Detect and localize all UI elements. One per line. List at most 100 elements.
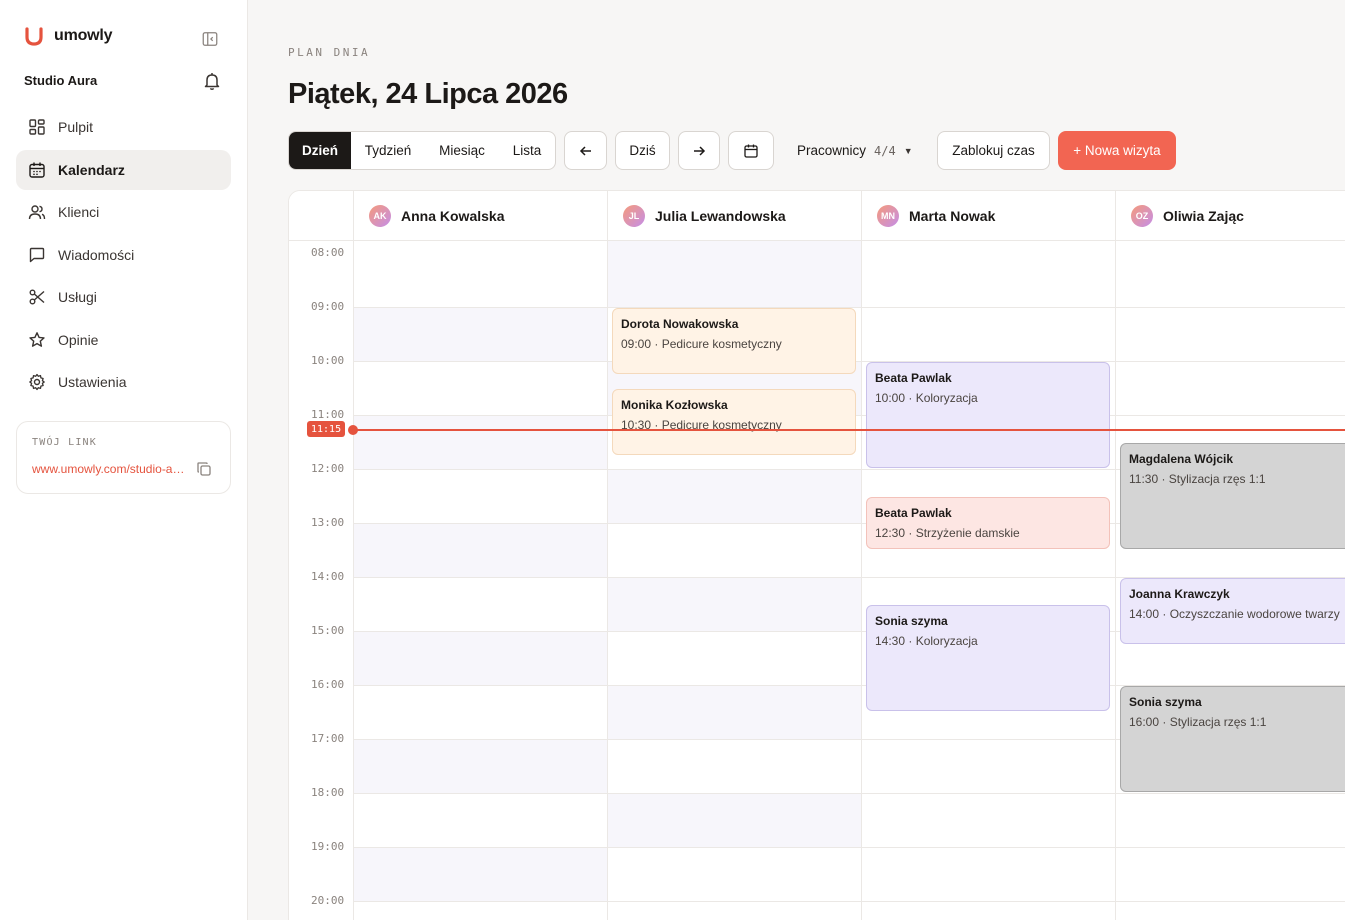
booking-link-url[interactable]: www.umowly.com/studio-aura	[32, 462, 188, 476]
avatar: AK	[369, 204, 391, 227]
caret-down-icon: ▼	[903, 145, 913, 156]
appointment-details: 12:30 · Strzyżenie damskie	[875, 526, 1020, 540]
hour-label: 19:00	[311, 840, 345, 853]
appointment-card[interactable]: Dorota Nowakowska 09:00 · Pedicure kosmet…	[612, 308, 856, 374]
appointment-details: 10:00 · Koloryzacja	[875, 391, 978, 405]
sidebar-item-label: Pulpit	[58, 119, 94, 135]
page-eyebrow: PLAN DNIA	[288, 46, 371, 59]
studio-name: Studio Aura	[24, 73, 98, 88]
hour-label: 13:00	[311, 516, 345, 529]
brand[interactable]: umowly	[24, 26, 113, 46]
column-divider	[861, 241, 862, 920]
calendar-shade	[353, 523, 607, 577]
appointment-card[interactable]: Beata Pawlak 12:30 · Strzyżenie damskie	[866, 497, 1110, 549]
sidebar-item-klienci[interactable]: Klienci	[16, 192, 231, 232]
staff-column-header[interactable]: JL Julia Lewandowska	[607, 191, 861, 240]
sidebar-item-wiadomosci[interactable]: Wiadomości	[16, 235, 231, 275]
calendar-toolbar: Dzień Tydzień Miesiąc Lista Dziś Pracown…	[288, 131, 1345, 170]
sidebar: umowly Studio Aura Pulpit Kalendarz Klie…	[0, 0, 248, 920]
page-title: Piątek, 24 Lipca 2026	[288, 78, 568, 110]
staff-column-header[interactable]: OZ Oliwia Zając	[1115, 191, 1345, 240]
staff-column-header[interactable]: AK Anna Kowalska	[353, 191, 607, 240]
copy-icon[interactable]	[196, 461, 212, 477]
hour-label: 18:00	[311, 786, 345, 799]
hour-label: 12:00	[311, 462, 345, 475]
appointment-card[interactable]: Beata Pawlak 10:00 · Koloryzacja	[866, 362, 1110, 468]
appointment-client: Sonia szyma	[1129, 695, 1202, 709]
appointment-card[interactable]: Joanna Krawczyk 14:00 · Oczyszczanie wodo…	[1120, 578, 1345, 644]
sidebar-nav: Pulpit Kalendarz Klienci Wiadomości Usłu…	[16, 107, 231, 405]
calendar-header: AK Anna Kowalska JL Julia Lewandowska MN Mart…	[289, 191, 1345, 241]
sidebar-item-uslugi[interactable]: Usługi	[16, 277, 231, 317]
view-list-button[interactable]: Lista	[499, 132, 555, 169]
sidebar-item-opinie[interactable]: Opinie	[16, 320, 231, 360]
appointment-client: Magdalena Wójcik	[1129, 452, 1234, 466]
calendar-shade	[607, 793, 861, 847]
sidebar-item-label: Ustawienia	[58, 374, 127, 390]
view-week-button[interactable]: Tydzień	[351, 132, 425, 169]
calendar-icon	[744, 144, 758, 158]
block-time-button[interactable]: Zablokuj czas	[937, 131, 1050, 170]
calendar-shade	[353, 307, 607, 361]
grid-icon	[28, 118, 46, 136]
appointment-client: Beata Pawlak	[875, 506, 952, 520]
hour-label: 17:00	[311, 732, 345, 745]
appointment-client: Dorota Nowakowska	[621, 317, 739, 331]
avatar: JL	[623, 204, 645, 227]
calendar-shade	[607, 685, 861, 739]
current-time-line	[353, 429, 1345, 431]
avatar: OZ	[1131, 204, 1153, 227]
star-icon	[28, 331, 46, 349]
sidebar-collapse-icon[interactable]	[200, 29, 220, 49]
staff-name: Julia Lewandowska	[655, 207, 786, 224]
bell-icon[interactable]	[202, 71, 222, 91]
calendar-shade	[353, 847, 607, 901]
staff-name: Marta Nowak	[909, 207, 996, 224]
appointment-details: 14:30 · Koloryzacja	[875, 634, 978, 648]
appointment-card[interactable]: Sonia szyma 14:30 · Koloryzacja	[866, 605, 1110, 711]
sidebar-item-label: Kalendarz	[58, 161, 125, 178]
appointment-details: 11:30 · Stylizacja rzęs 1:1	[1129, 472, 1266, 486]
calendar-shade	[353, 415, 607, 469]
next-day-button[interactable]	[678, 131, 720, 170]
staff-filter-label: Pracownicy	[797, 143, 867, 158]
appointment-card[interactable]: Magdalena Wójcik 11:30 · Stylizacja rzęs …	[1120, 443, 1345, 549]
appointment-client: Joanna Krawczyk	[1129, 587, 1230, 601]
date-picker-button[interactable]	[728, 131, 774, 170]
today-button[interactable]: Dziś	[615, 131, 670, 170]
appointment-card[interactable]: Sonia szyma 16:00 · Stylizacja rzęs 1:1	[1120, 686, 1345, 792]
sidebar-item-label: Wiadomości	[58, 246, 135, 263]
view-month-button[interactable]: Miesiąc	[425, 132, 499, 169]
hour-line	[353, 847, 1345, 848]
sidebar-item-label: Usługi	[58, 289, 97, 305]
view-day-button[interactable]: Dzień	[289, 132, 351, 169]
appointment-card[interactable]: Monika Kozłowska 10:30 · Pedicure kosmety…	[612, 389, 856, 455]
avatar: MN	[877, 204, 899, 227]
column-divider	[1115, 241, 1116, 920]
prev-day-button[interactable]	[564, 131, 607, 170]
calendar-shade	[353, 631, 607, 685]
staff-filter-dropdown[interactable]: Pracownicy 4/4 ▼	[797, 131, 913, 170]
current-time-dot	[348, 425, 358, 435]
sidebar-item-pulpit[interactable]: Pulpit	[16, 107, 231, 147]
sidebar-item-ustawienia[interactable]: Ustawienia	[16, 362, 231, 402]
calendar-shade	[607, 577, 861, 631]
brand-name: umowly	[54, 27, 113, 44]
day-calendar: AK Anna Kowalska JL Julia Lewandowska MN Mart…	[288, 190, 1345, 920]
hour-label: 10:00	[311, 354, 345, 367]
staff-column-header[interactable]: MN Marta Nowak	[861, 191, 1115, 240]
sidebar-item-kalendarz[interactable]: Kalendarz	[16, 149, 231, 190]
hour-label: 20:00	[311, 894, 345, 907]
appointment-client: Beata Pawlak	[875, 371, 952, 385]
hour-label: 14:00	[311, 570, 345, 583]
message-icon	[28, 246, 46, 264]
staff-name: Anna Kowalska	[401, 207, 505, 224]
appointment-details: 09:00 · Pedicure kosmetyczny	[621, 337, 782, 351]
column-divider	[353, 241, 354, 920]
new-appointment-button[interactable]: + Nowa wizyta	[1058, 131, 1176, 170]
calendar-shade	[353, 739, 607, 793]
current-time-badge: 11:15	[307, 421, 346, 437]
users-icon	[28, 203, 46, 221]
booking-link-card: TWÓJ LINK www.umowly.com/studio-aura	[16, 421, 231, 494]
hour-line	[353, 793, 1345, 794]
